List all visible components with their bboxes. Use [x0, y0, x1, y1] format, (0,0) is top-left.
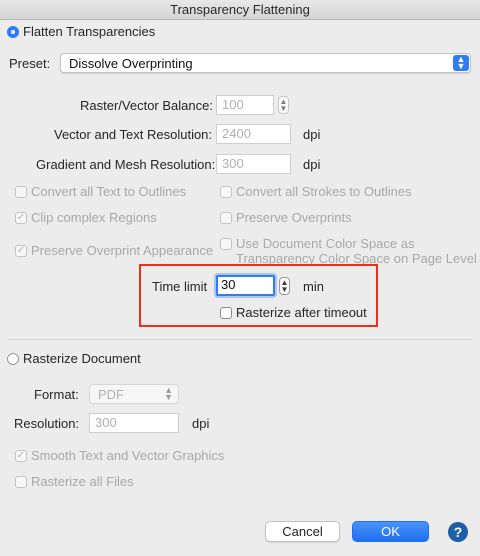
convert-strokes-outlines-label: Convert all Strokes to Outlines: [236, 184, 412, 199]
format-value: PDF: [98, 387, 124, 402]
raster-vector-balance-stepper[interactable]: ▲ ▼: [278, 96, 289, 114]
gradient-mesh-resolution-label: Gradient and Mesh Resolution:: [36, 157, 216, 172]
raster-vector-balance-label: Raster/Vector Balance:: [80, 98, 213, 113]
cancel-button[interactable]: Cancel: [265, 521, 340, 542]
smooth-text-checkbox[interactable]: ✓: [15, 450, 27, 462]
resolution-unit: dpi: [192, 416, 210, 431]
vector-text-resolution-label: Vector and Text Resolution:: [54, 127, 213, 142]
time-limit-field[interactable]: 30: [216, 275, 275, 296]
chevron-updown-icon: ▲ ▼: [453, 55, 469, 71]
gradient-mesh-resolution-unit: dpi: [303, 157, 321, 172]
resolution-label: Resolution:: [14, 416, 80, 431]
raster-vector-balance-field[interactable]: 100: [216, 95, 274, 115]
rasterize-all-files-label: Rasterize all Files: [31, 474, 134, 489]
resolution-field[interactable]: 300: [89, 413, 179, 433]
time-limit-unit: min: [303, 279, 324, 294]
window-title: Transparency Flattening: [170, 2, 310, 17]
section-divider: [8, 339, 472, 340]
use-document-color-space-label-line1: Use Document Color Space as: [236, 236, 415, 251]
chevron-updown-icon: ▲ ▼: [164, 385, 173, 402]
rasterize-after-timeout-checkbox[interactable]: [220, 307, 232, 319]
format-select[interactable]: PDF ▲ ▼: [89, 384, 179, 404]
convert-text-outlines-label: Convert all Text to Outlines: [31, 184, 187, 199]
time-limit-label: Time limit: [152, 279, 208, 294]
vector-text-resolution-field[interactable]: 2400: [216, 124, 291, 144]
clip-complex-regions-checkbox[interactable]: ✓: [15, 212, 27, 224]
title-bar: Transparency Flattening: [0, 0, 480, 20]
gradient-mesh-resolution-field[interactable]: 300: [216, 154, 291, 174]
preset-value: Dissolve Overprinting: [69, 56, 193, 71]
smooth-text-label: Smooth Text and Vector Graphics: [31, 448, 225, 463]
time-limit-stepper[interactable]: ▲ ▼: [279, 277, 290, 295]
preserve-overprints-checkbox[interactable]: [220, 212, 232, 224]
flatten-transparencies-label: Flatten Transparencies: [23, 24, 156, 39]
rasterize-document-radio[interactable]: [7, 353, 19, 365]
flatten-transparencies-radio[interactable]: [7, 26, 19, 38]
preserve-overprint-appearance-checkbox[interactable]: ✓: [15, 245, 27, 257]
vector-text-resolution-unit: dpi: [303, 127, 321, 142]
preserve-overprints-label: Preserve Overprints: [236, 210, 352, 225]
convert-text-outlines-checkbox[interactable]: [15, 186, 27, 198]
rasterize-all-files-checkbox[interactable]: [15, 476, 27, 488]
ok-button[interactable]: OK: [352, 521, 429, 542]
rasterize-after-timeout-label: Rasterize after timeout: [236, 305, 367, 320]
preset-label: Preset:: [9, 56, 51, 71]
convert-strokes-outlines-checkbox[interactable]: [220, 186, 232, 198]
rasterize-document-label: Rasterize Document: [23, 351, 141, 366]
help-icon[interactable]: ?: [448, 522, 468, 542]
use-document-color-space-checkbox[interactable]: [220, 238, 232, 250]
preset-select[interactable]: Dissolve Overprinting ▲ ▼: [60, 53, 471, 73]
format-label: Format:: [34, 387, 79, 402]
clip-complex-regions-label: Clip complex Regions: [31, 210, 157, 225]
preserve-overprint-appearance-label: Preserve Overprint Appearance: [31, 243, 214, 258]
